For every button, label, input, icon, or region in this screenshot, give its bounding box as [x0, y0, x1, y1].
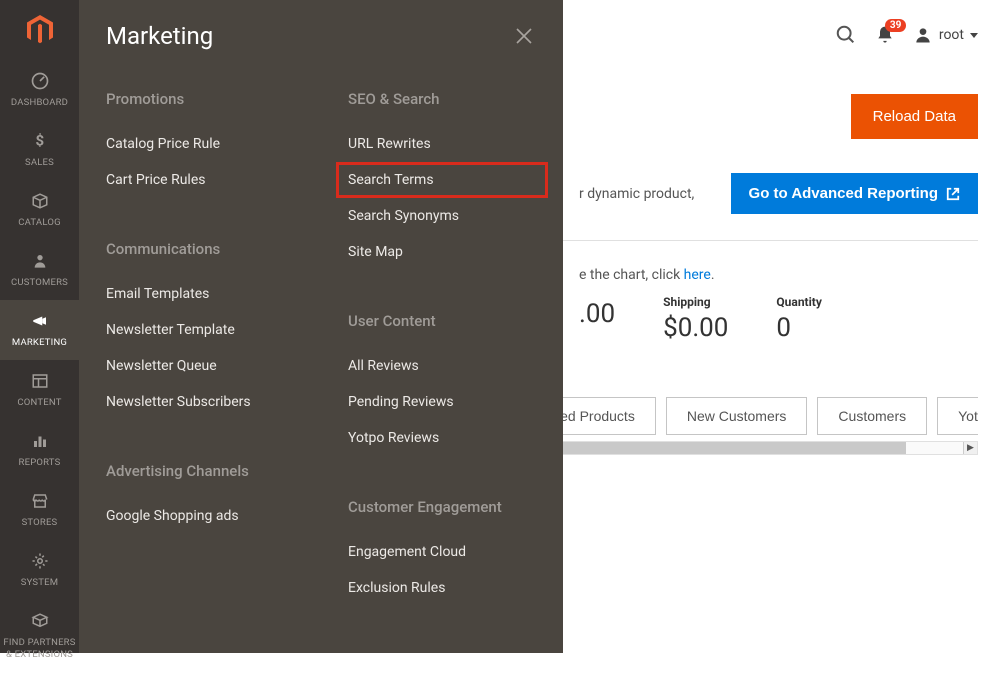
stat-block: Quantity 0 [776, 295, 821, 343]
adv-reporting-text: r dynamic product, [579, 186, 694, 202]
tab-new-customers[interactable]: New Customers [666, 397, 808, 435]
search-icon[interactable] [835, 24, 857, 46]
tab-customers[interactable]: Customers [817, 397, 927, 435]
link-google-shopping-ads[interactable]: Google Shopping ads [106, 498, 294, 534]
link-site-map[interactable]: Site Map [348, 234, 536, 270]
megaphone-icon [29, 310, 51, 332]
link-url-rewrites[interactable]: URL Rewrites [348, 126, 536, 162]
link-email-templates[interactable]: Email Templates [106, 276, 294, 312]
link-newsletter-subscribers[interactable]: Newsletter Subscribers [106, 384, 294, 420]
store-icon [29, 490, 51, 512]
user-menu[interactable]: root [913, 25, 978, 45]
nav-content[interactable]: CONTENT [0, 360, 79, 420]
dollar-icon: $ [29, 130, 51, 152]
chevron-down-icon [970, 33, 978, 38]
nav-label: SYSTEM [21, 577, 58, 588]
nav-label: CONTENT [17, 397, 61, 408]
group-customer-engagement: Customer Engagement [348, 486, 536, 534]
chart-note-post: . [711, 267, 715, 283]
external-link-icon [946, 187, 960, 201]
nav-label: DASHBOARD [11, 97, 68, 108]
dashboard-icon [29, 70, 51, 92]
user-name: root [939, 27, 964, 43]
link-cart-price-rules[interactable]: Cart Price Rules [106, 162, 294, 198]
nav-stores[interactable]: STORES [0, 480, 79, 540]
svg-text:$: $ [35, 132, 44, 150]
nav-find-partners[interactable]: FIND PARTNERS & EXTENSIONS [0, 600, 79, 673]
nav-label: CATALOG [18, 217, 61, 228]
link-yotpo-reviews[interactable]: Yotpo Reviews [348, 420, 536, 456]
nav-label: STORES [22, 517, 58, 528]
nav-label: FIND PARTNERS [3, 637, 75, 649]
nav-label-line2: & EXTENSIONS [6, 649, 73, 661]
group-user-content: User Content [348, 300, 536, 348]
notifications-button[interactable]: 39 [875, 25, 895, 45]
flyout-col-2: SEO & Search URL Rewrites Search Terms S… [321, 78, 563, 606]
link-newsletter-queue[interactable]: Newsletter Queue [106, 348, 294, 384]
nav-dashboard[interactable]: DASHBOARD [0, 60, 79, 120]
nav-label: SALES [25, 157, 54, 168]
link-all-reviews[interactable]: All Reviews [348, 348, 536, 384]
link-exclusion-rules[interactable]: Exclusion Rules [348, 570, 536, 606]
dashboard-tabs: wed Products New Customers Customers Yot… [529, 397, 978, 435]
flyout-col-1: Promotions Catalog Price Rule Cart Price… [79, 78, 321, 606]
layout-icon [29, 370, 51, 392]
link-pending-reviews[interactable]: Pending Reviews [348, 384, 536, 420]
link-engagement-cloud[interactable]: Engagement Cloud [348, 534, 536, 570]
adv-btn-label: Go to Advanced Reporting [749, 185, 938, 202]
link-search-synonyms[interactable]: Search Synonyms [348, 198, 536, 234]
nav-label: REPORTS [19, 457, 61, 468]
stat-label: Quantity [776, 295, 821, 309]
link-catalog-price-rule[interactable]: Catalog Price Rule [106, 126, 294, 162]
close-icon[interactable] [515, 27, 533, 45]
flyout-title: Marketing [106, 22, 213, 50]
link-newsletter-template[interactable]: Newsletter Template [106, 312, 294, 348]
nav-label: CUSTOMERS [11, 277, 68, 288]
stat-value: 0 [776, 313, 821, 343]
link-search-terms[interactable]: Search Terms [336, 162, 548, 198]
nav-system[interactable]: SYSTEM [0, 540, 79, 600]
group-promotions: Promotions [106, 78, 294, 126]
admin-sidebar: DASHBOARD $ SALES CATALOG CUSTOMERS MARK… [0, 0, 79, 653]
chart-note-link[interactable]: here [684, 267, 711, 283]
puzzle-icon [29, 610, 51, 632]
user-icon [913, 25, 933, 45]
tab-yotpo[interactable]: Yotp [937, 397, 978, 435]
stat-block: Shipping $0.00 [663, 295, 728, 343]
magento-logo[interactable] [0, 0, 79, 60]
stat-label: Shipping [663, 295, 728, 309]
person-icon [29, 250, 51, 272]
nav-sales[interactable]: $ SALES [0, 120, 79, 180]
notifications-badge: 39 [885, 19, 906, 32]
reload-data-button[interactable]: Reload Data [851, 94, 978, 139]
nav-catalog[interactable]: CATALOG [0, 180, 79, 240]
gear-icon [29, 550, 51, 572]
chart-note-pre: e the chart, click [579, 267, 684, 283]
group-seo-search: SEO & Search [348, 78, 536, 126]
advanced-reporting-button[interactable]: Go to Advanced Reporting [731, 173, 978, 214]
nav-marketing[interactable]: MARKETING [0, 300, 79, 360]
stat-value: .00 [579, 299, 615, 329]
group-advertising: Advertising Channels [106, 450, 294, 498]
box-icon [29, 190, 51, 212]
stats-row: .00 Shipping $0.00 Quantity 0 [579, 295, 978, 343]
group-communications: Communications [106, 228, 294, 276]
stat-value: $0.00 [663, 313, 728, 343]
nav-customers[interactable]: CUSTOMERS [0, 240, 79, 300]
nav-reports[interactable]: REPORTS [0, 420, 79, 480]
nav-label: MARKETING [12, 337, 67, 348]
bars-icon [29, 430, 51, 452]
scroll-right-arrow[interactable]: ▶ [963, 442, 977, 454]
stat-block: .00 [579, 295, 615, 343]
marketing-flyout: Marketing Promotions Catalog Price Rule … [79, 0, 563, 653]
